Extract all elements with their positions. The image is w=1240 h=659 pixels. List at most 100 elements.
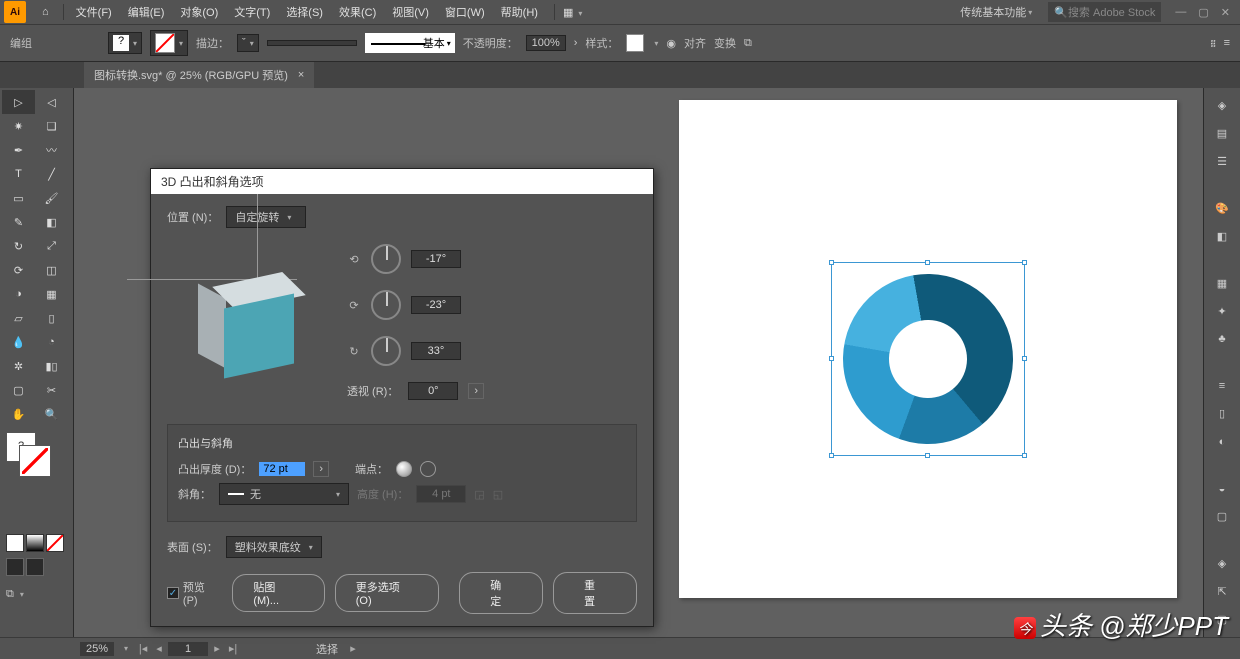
eraser-tool[interactable]: ◧ xyxy=(35,210,68,234)
stroke-panel-icon[interactable]: ≡ xyxy=(1211,378,1233,394)
fill-stroke-control[interactable]: ? xyxy=(0,428,73,488)
color-mode-gradient[interactable] xyxy=(26,534,44,552)
arrange-icon[interactable]: ▦ ▾ xyxy=(563,6,582,19)
pen-tool[interactable]: ✒ xyxy=(2,138,35,162)
fill-none[interactable]: ▾ xyxy=(150,30,188,56)
scale-tool[interactable]: ⤢ xyxy=(35,234,68,258)
swatches-icon[interactable]: ▦ xyxy=(1211,275,1233,291)
stroke-vw[interactable] xyxy=(267,40,357,46)
rotate-tool[interactable]: ↻ xyxy=(2,234,35,258)
home-icon[interactable]: ⌂ xyxy=(42,6,49,18)
graphic-styles-icon[interactable]: ▢ xyxy=(1211,509,1233,525)
surface-dropdown[interactable]: 塑料效果底纹▾ xyxy=(226,536,322,558)
type-tool[interactable]: T xyxy=(2,162,35,186)
brushes-icon[interactable]: ✦ xyxy=(1211,303,1233,319)
curvature-tool[interactable]: 〰 xyxy=(35,138,68,162)
edit-toolbar-icon[interactable]: ⧉ xyxy=(6,588,14,601)
tab-close-icon[interactable]: × xyxy=(298,69,304,81)
menu-type[interactable]: 文字(T) xyxy=(226,4,278,20)
gradient-tool[interactable]: ▯ xyxy=(35,306,68,330)
libraries-icon[interactable]: ☰ xyxy=(1211,154,1233,170)
opacity-value[interactable]: 100% xyxy=(526,35,566,51)
transparency-icon[interactable]: ◐ xyxy=(1211,434,1233,450)
zoom-tool[interactable]: 🔍 xyxy=(35,402,68,426)
isolate-icon[interactable]: ⧉ xyxy=(744,37,752,50)
brush-drop[interactable]: 基本▾ xyxy=(365,33,455,53)
perspective-more[interactable]: › xyxy=(468,383,484,399)
rotate-x-value[interactable]: -17° xyxy=(411,250,461,268)
panel-icon1[interactable]: ᎒᎒ xyxy=(1210,36,1215,51)
align-label[interactable]: 对齐 xyxy=(684,35,706,51)
screen-normal[interactable] xyxy=(6,558,24,576)
asset-export-icon[interactable]: ⇱ xyxy=(1211,583,1233,599)
select-more-icon[interactable]: ▸ xyxy=(346,642,360,655)
3d-orientation-preview[interactable] xyxy=(167,234,347,414)
prev-page-icon[interactable]: ◂ xyxy=(152,642,166,655)
min-icon[interactable]: — xyxy=(1175,6,1186,18)
magic-wand-tool[interactable]: ✷ xyxy=(2,114,35,138)
transform-label[interactable]: 变换 xyxy=(714,35,736,51)
cap-hollow[interactable] xyxy=(420,461,436,477)
layers-alt-icon[interactable]: ◈ xyxy=(1211,556,1233,572)
eyedropper-tool[interactable]: 💧 xyxy=(2,330,35,354)
color-guide-icon[interactable]: ◧ xyxy=(1211,228,1233,244)
color-mode-none[interactable] xyxy=(46,534,64,552)
map-art-button[interactable]: 贴图 (M)... xyxy=(232,574,324,612)
panel-icon2[interactable]: ≡ xyxy=(1224,37,1230,49)
color-mode-solid[interactable] xyxy=(6,534,24,552)
blend-tool[interactable]: ◔ xyxy=(35,330,68,354)
first-page-icon[interactable]: |◂ xyxy=(136,642,150,655)
appearance-icon[interactable]: ◒ xyxy=(1211,481,1233,497)
document-tab[interactable]: 图标转换.svg* @ 25% (RGB/GPU 预览) × xyxy=(84,62,314,88)
donut-shape[interactable] xyxy=(830,260,1027,457)
preview-checkbox[interactable]: ✓预览 (P) xyxy=(167,579,222,607)
perspective-tool[interactable]: ▱ xyxy=(2,306,35,330)
gradient-panel-icon[interactable]: ▯ xyxy=(1211,406,1233,422)
workspace-switcher[interactable]: 传统基本功能 ▾ xyxy=(952,4,1040,20)
shape-builder-tool[interactable]: ◑ xyxy=(2,282,35,306)
fill-unknown[interactable]: ?▾ xyxy=(108,32,142,54)
menu-select[interactable]: 选择(S) xyxy=(278,4,331,20)
artboard-tool[interactable]: ▢ xyxy=(2,378,35,402)
slice-tool[interactable]: ✂ xyxy=(35,378,68,402)
line-tool[interactable]: ╱ xyxy=(35,162,68,186)
stroke-weight[interactable]: ˇ▾ xyxy=(237,34,259,52)
stock-search[interactable]: 🔍 搜索 Adobe Stock xyxy=(1048,2,1161,22)
depth-stepper[interactable]: › xyxy=(313,461,329,477)
menu-help[interactable]: 帮助(H) xyxy=(493,4,546,20)
shaper-tool[interactable]: ✎ xyxy=(2,210,35,234)
menu-effect[interactable]: 效果(C) xyxy=(331,4,384,20)
position-dropdown[interactable]: 自定旋转▾ xyxy=(226,206,306,228)
rotate-z-value[interactable]: 33° xyxy=(411,342,461,360)
bevel-dropdown[interactable]: 无▾ xyxy=(219,483,349,505)
symbols-icon[interactable]: ♣ xyxy=(1211,331,1233,347)
zoom-level[interactable]: 25% xyxy=(80,642,114,656)
direct-select-tool[interactable]: ◁ xyxy=(35,90,68,114)
last-page-icon[interactable]: ▸| xyxy=(226,642,240,655)
max-icon[interactable]: ▢ xyxy=(1198,6,1208,19)
free-transform-tool[interactable]: ◫ xyxy=(35,258,68,282)
close-icon[interactable]: ✕ xyxy=(1221,6,1230,19)
hand-tool[interactable]: ✋ xyxy=(2,402,35,426)
select-label[interactable]: 选择 xyxy=(316,641,338,657)
rotate-y-value[interactable]: -23° xyxy=(411,296,461,314)
brush-tool[interactable]: 🖌 xyxy=(35,186,68,210)
rotate-x-dial[interactable] xyxy=(371,244,401,274)
properties-icon[interactable]: ◈ xyxy=(1211,98,1233,114)
opacity-more[interactable]: › xyxy=(574,37,578,49)
next-page-icon[interactable]: ▸ xyxy=(210,642,224,655)
gradient-mesh-tool[interactable]: ▦ xyxy=(35,282,68,306)
rotate-z-dial[interactable] xyxy=(371,336,401,366)
style-swatch[interactable] xyxy=(626,34,644,52)
ok-button[interactable]: 确定 xyxy=(459,572,543,614)
menu-object[interactable]: 对象(O) xyxy=(172,4,226,20)
layers-icon[interactable]: ▤ xyxy=(1211,126,1233,142)
menu-file[interactable]: 文件(F) xyxy=(68,4,120,20)
menu-view[interactable]: 视图(V) xyxy=(384,4,437,20)
symbol-spray-tool[interactable]: ✲ xyxy=(2,354,35,378)
cap-solid[interactable] xyxy=(396,461,412,477)
selection-tool[interactable]: ▷ xyxy=(2,90,35,114)
rect-tool[interactable]: ▭ xyxy=(2,186,35,210)
color-icon[interactable]: 🎨 xyxy=(1211,201,1233,217)
recolor-icon[interactable]: ◉ xyxy=(666,37,676,50)
